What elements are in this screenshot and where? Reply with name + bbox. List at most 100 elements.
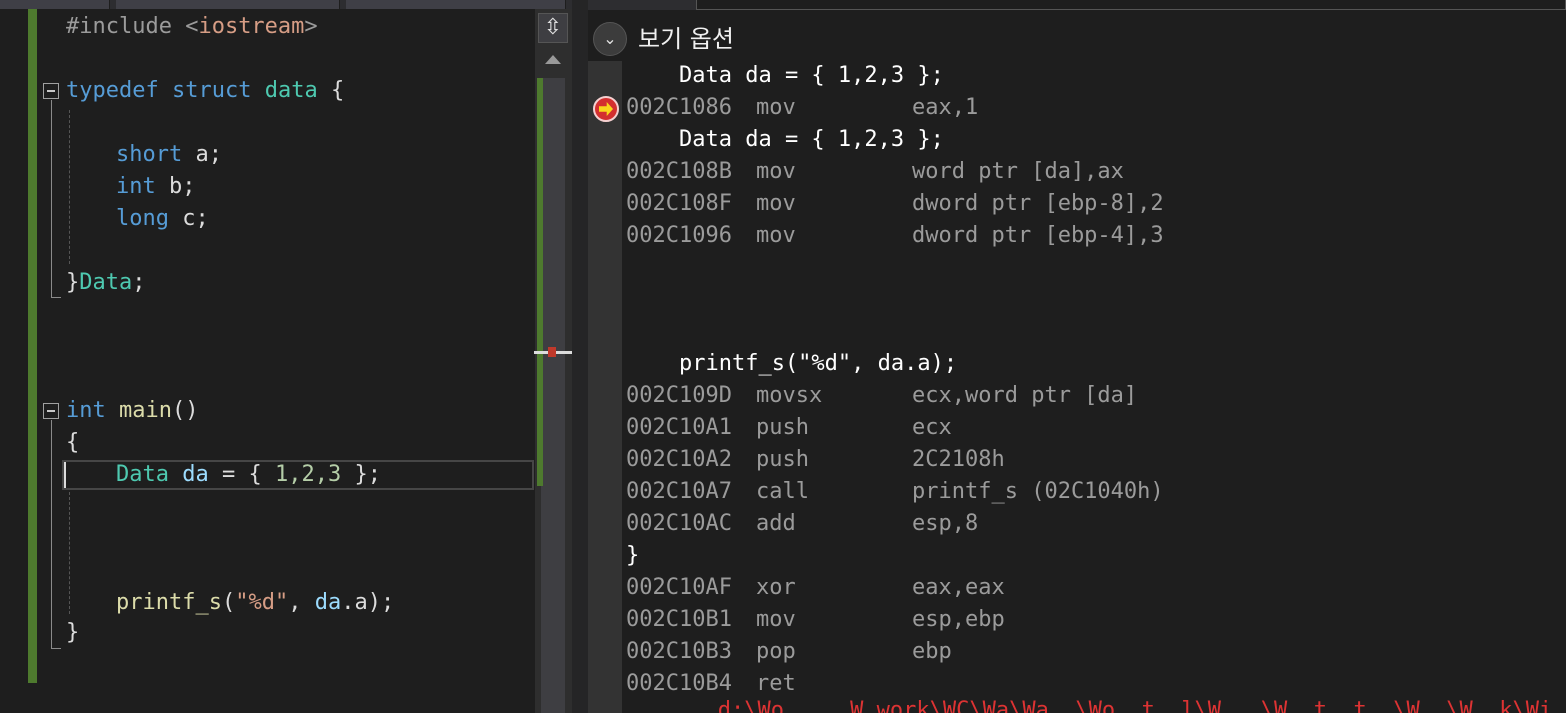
instruction-address: 002C10AF xyxy=(626,575,732,600)
address-bar xyxy=(588,0,1566,10)
typedef-name: Data xyxy=(79,270,133,295)
indicator-margin[interactable] xyxy=(0,9,28,713)
variable-name: da xyxy=(314,590,342,615)
instruction-opcode: movsx xyxy=(756,383,823,408)
initializer-values: 1,2,3 xyxy=(274,462,342,487)
parameter-list: () xyxy=(171,398,199,423)
code-line-field-c[interactable]: long c; xyxy=(116,203,209,235)
pane-divider[interactable] xyxy=(572,0,588,713)
disassembly-window[interactable]: ⌄ 보기 옵션 Data da = { 1,2,3 }; 002C1086 mov e… xyxy=(588,0,1566,713)
split-icon[interactable]: ⇳ xyxy=(538,13,568,43)
initializer-open: = { xyxy=(221,462,262,487)
instruction-operands: eax,eax xyxy=(912,575,1005,600)
include-header: iostream xyxy=(198,14,305,39)
instruction-operands: word ptr [da],ax xyxy=(912,159,1124,184)
format-string: "%d" xyxy=(235,590,289,615)
scroll-track[interactable] xyxy=(541,78,565,713)
instruction-operands: ecx,word ptr [da] xyxy=(912,383,1138,408)
code-line-typedef[interactable]: typedef struct data { xyxy=(66,75,344,107)
open-brace: { xyxy=(66,430,80,455)
instruction-opcode: add xyxy=(756,511,796,536)
disassembly-gutter[interactable] xyxy=(588,61,622,713)
function-call: printf_s xyxy=(116,590,222,615)
editor-tab[interactable] xyxy=(0,0,110,9)
change-tracking-bar xyxy=(28,9,37,683)
address-input[interactable] xyxy=(696,0,1566,10)
variable-name: da xyxy=(182,462,209,487)
instruction-address: 002C109D xyxy=(626,383,732,408)
code-line-typedef-close[interactable]: }Data; xyxy=(66,267,145,299)
editor-tab-strip xyxy=(0,0,572,9)
indent-guide xyxy=(69,492,70,614)
chevron-down-icon[interactable]: ⌄ xyxy=(593,22,627,56)
collapse-main-icon[interactable] xyxy=(43,403,59,419)
source-editor[interactable]: #include <iostream> typedef struct data … xyxy=(0,0,572,713)
instruction-operands: dword ptr [ebp-4],3 xyxy=(912,223,1164,248)
source-text: Data da = { 1,2,3 }; xyxy=(626,63,944,88)
code-line-main-close[interactable]: } xyxy=(66,617,79,649)
instruction-opcode: push xyxy=(756,415,809,440)
instruction-opcode: mov xyxy=(756,607,796,632)
source-line[interactable]: Data da = { 1,2,3 }; xyxy=(626,124,944,156)
return-type: int xyxy=(66,398,106,423)
source-line[interactable]: Data da = { 1,2,3 }; xyxy=(626,60,944,92)
scroll-up-icon[interactable] xyxy=(545,55,561,64)
instruction-address: 002C1086 xyxy=(626,95,732,120)
scroll-breakpoint-marker xyxy=(548,347,556,357)
instruction-opcode: mov xyxy=(756,159,796,184)
instruction-operands: printf_s (02C1040h) xyxy=(912,479,1164,504)
view-options-label[interactable]: 보기 옵션 xyxy=(638,24,734,54)
code-line-init[interactable]: Data da = { 1,2,3 }; xyxy=(116,459,381,491)
function-name: main xyxy=(119,398,172,423)
source-path-fragment: d:\Wo_____W work\WC\Wa\Wa__\Wo__t__l\W__… xyxy=(717,698,1566,713)
type-keyword: int xyxy=(116,174,156,199)
instruction-opcode: pop xyxy=(756,639,796,664)
instruction-opcode: call xyxy=(756,479,809,504)
keyword-typedef: typedef xyxy=(66,78,159,103)
variable-type: Data xyxy=(116,462,169,487)
preprocessor-close: > xyxy=(304,14,318,39)
instruction-operands: eax,1 xyxy=(912,95,979,120)
type-keyword: short xyxy=(116,142,183,167)
code-line-main[interactable]: int main() xyxy=(66,395,198,427)
struct-tag: data xyxy=(264,78,318,103)
code-line-include[interactable]: #include <iostream> xyxy=(66,11,318,43)
instruction-pointer-icon xyxy=(593,96,619,122)
instruction-address: 002C108B xyxy=(626,159,732,184)
preprocessor-directive: #include < xyxy=(66,14,199,39)
instruction-operands: esp,ebp xyxy=(912,607,1005,632)
source-text: printf_s("%d", da.a); xyxy=(626,351,958,376)
instruction-address: 002C10A7 xyxy=(626,479,732,504)
instruction-operands: dword ptr [ebp-8],2 xyxy=(912,191,1164,216)
source-line[interactable]: } xyxy=(626,540,639,572)
instruction-address: 002C10A1 xyxy=(626,415,732,440)
source-text: } xyxy=(626,543,640,568)
instruction-address: 002C10B1 xyxy=(626,607,732,632)
argument-separator: , xyxy=(288,590,315,615)
code-line-field-b[interactable]: int b; xyxy=(116,171,196,203)
instruction-operands: 2C2108h xyxy=(912,447,1005,472)
member-access: .a); xyxy=(341,590,395,615)
instruction-address: 002C1096 xyxy=(626,223,732,248)
semicolon: ; xyxy=(132,270,146,295)
instruction-operands: ecx xyxy=(912,415,952,440)
instruction-opcode: xor xyxy=(756,575,796,600)
code-line-field-a[interactable]: short a; xyxy=(116,139,222,171)
field-name: a; xyxy=(195,142,222,167)
collapse-struct-icon[interactable] xyxy=(43,83,59,99)
code-line-printf[interactable]: printf_s("%d", da.a); xyxy=(116,587,394,619)
close-brace: } xyxy=(66,270,80,295)
editor-tab[interactable] xyxy=(116,0,340,9)
instruction-opcode: mov xyxy=(756,223,796,248)
editor-tab[interactable] xyxy=(346,0,566,9)
open-paren: ( xyxy=(221,590,236,615)
source-text: Data da = { 1,2,3 }; xyxy=(626,127,944,152)
outline-guide-end xyxy=(51,648,61,649)
instruction-address: 002C108F xyxy=(626,191,732,216)
source-line[interactable]: printf_s("%d", da.a); xyxy=(626,348,957,380)
instruction-address: 002C10AC xyxy=(626,511,732,536)
open-brace: { xyxy=(330,78,345,103)
initializer-close: }; xyxy=(354,462,381,487)
code-line-main-open[interactable]: { xyxy=(66,427,79,459)
instruction-address: 002C10B3 xyxy=(626,639,732,664)
